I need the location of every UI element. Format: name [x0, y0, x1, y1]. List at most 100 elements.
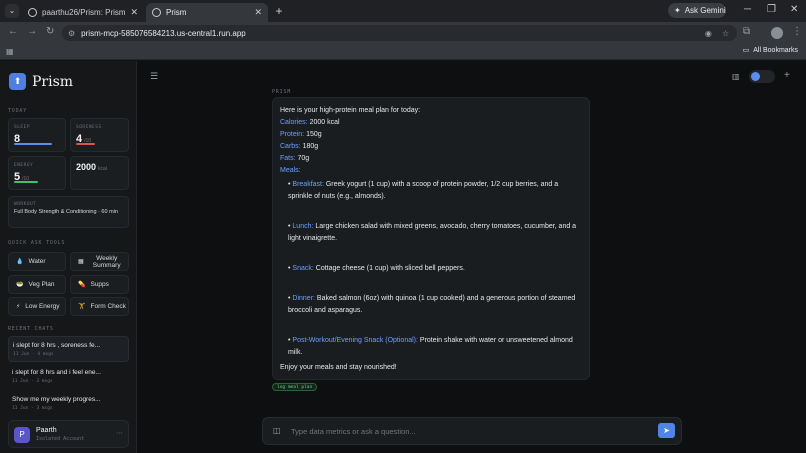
macro-row: Protein: 150g — [280, 131, 322, 138]
message-body: Here is your high-protein meal plan for … — [280, 105, 584, 374]
chat-item[interactable]: Show me my weekly progres... 11 Jun · 3 … — [12, 396, 129, 411]
send-icon: ➤ — [663, 426, 670, 435]
stats-icon[interactable]: ▥ — [732, 72, 740, 81]
folder-icon: ▭ — [742, 47, 750, 54]
user-card[interactable]: P Paarth Isolated Account ⋯ — [8, 420, 129, 448]
bookmarks-bar — [0, 44, 806, 60]
tool-label: Water — [28, 258, 46, 265]
new-chat-icon[interactable]: + — [784, 70, 790, 81]
metric-label: SORENESS — [76, 125, 102, 130]
reload-icon[interactable]: ↻ — [46, 26, 54, 37]
globe-icon — [152, 8, 161, 17]
meals-heading: Meals: — [280, 167, 301, 174]
apps-icon[interactable]: ▦ — [6, 47, 14, 56]
extensions-icon[interactable]: ⧉ — [743, 26, 750, 37]
metric-card-calories[interactable]: 2000 kcal — [70, 156, 129, 190]
metric-bar — [14, 143, 52, 145]
meal-item: • Dinner: Baked salmon (6oz) with quinoa… — [288, 295, 576, 314]
forward-icon[interactable]: → — [27, 26, 37, 37]
sparkle-icon: ✦ — [674, 6, 681, 15]
tool-water-button[interactable]: 💧 Water — [8, 252, 66, 271]
chart-icon: ▦ — [78, 259, 84, 265]
incognito-icon[interactable]: ◉ — [705, 29, 712, 38]
bookmark-star-icon[interactable]: ☆ — [722, 29, 729, 38]
tool-low-energy-button[interactable]: ⚡ Low Energy — [8, 297, 66, 316]
assistant-message: Here is your high-protein meal plan for … — [272, 97, 590, 380]
tool-weekly-summary-button[interactable]: ▦ Weekly Summary — [70, 252, 129, 271]
address-bar[interactable]: ⚙ prism-mcp-585076584213.us-central1.run… — [62, 25, 737, 41]
tool-label: Low Energy — [25, 303, 60, 310]
tab-github[interactable]: paarthu26/Prism: Prism: An au ✕ — [22, 3, 144, 22]
minimize-button[interactable]: ─ — [744, 4, 751, 15]
all-bookmarks-label: All Bookmarks — [753, 46, 798, 54]
ask-gemini-button[interactable]: ✦ Ask Gemini — [668, 3, 726, 18]
brand-name: Prism — [32, 73, 74, 90]
chat-meta: 11 Jun · 3 msgs — [12, 406, 53, 411]
tab-title: Prism — [166, 8, 187, 17]
message-sender-label: PRISM — [272, 89, 292, 95]
hamburger-menu-icon[interactable]: ☰ — [150, 71, 158, 82]
workout-text: Full Body Strength & Conditioning · 60 m… — [14, 209, 118, 215]
close-icon[interactable]: ✕ — [130, 7, 138, 18]
ask-gemini-label: Ask Gemini — [684, 6, 726, 15]
bowl-icon: 🥗 — [16, 282, 24, 288]
new-tab-button[interactable]: + — [272, 4, 286, 18]
tool-label: Form Check — [90, 303, 126, 310]
user-subtitle: Isolated Account — [36, 436, 85, 442]
figure-icon: 🏋 — [78, 304, 86, 310]
droplet-icon: 💧 — [16, 259, 24, 265]
today-label: TODAY — [8, 108, 28, 114]
chat-title: i slept for 8 hrs and i feel ene... — [12, 369, 101, 376]
tools-label: QUICK ASK TOOLS — [8, 240, 66, 246]
back-icon[interactable]: ← — [8, 26, 18, 37]
all-bookmarks-button[interactable]: ▭ All Bookmarks — [742, 46, 798, 55]
tab-prism[interactable]: Prism ✕ — [146, 3, 268, 22]
metric-card-soreness[interactable]: SORENESS 4/10 — [70, 118, 129, 152]
recent-chats-label: RECENT CHATS — [8, 326, 54, 332]
metric-card-sleep[interactable]: SLEEP 8 — [8, 118, 66, 152]
chat-title: i slept for 8 hrs , soreness fe... — [13, 342, 101, 349]
metric-bar — [14, 181, 38, 183]
message-intro: Here is your high-protein meal plan for … — [280, 107, 421, 114]
prism-logo-icon: ⬆ — [9, 73, 26, 90]
macro-row: Fats: 70g — [280, 155, 310, 162]
tool-form-check-button[interactable]: 🏋 Form Check — [70, 297, 129, 316]
url-text: prism-mcp-585076584213.us-central1.run.a… — [81, 28, 246, 38]
restore-button[interactable]: ❐ — [767, 4, 776, 15]
metric-card-energy[interactable]: ENERGY 5/10 — [8, 156, 66, 190]
chat-meta: 11 Jun · 3 msgs — [12, 379, 53, 384]
metric-label: ENERGY — [14, 163, 34, 168]
composer: ◫ — [262, 417, 682, 445]
menu-icon[interactable]: ⋮ — [792, 26, 802, 37]
profile-avatar[interactable] — [771, 27, 783, 39]
user-avatar: P — [14, 427, 30, 443]
camera-icon[interactable]: ◫ — [273, 426, 281, 435]
chat-title: Show me my weekly progres... — [12, 396, 101, 403]
window-close-button[interactable]: ✕ — [790, 4, 798, 15]
user-name: Paarth — [36, 427, 57, 434]
meal-item: • Breakfast: Greek yogurt (1 cup) with a… — [288, 181, 559, 200]
workout-card[interactable]: WORKOUT Full Body Strength & Conditionin… — [8, 196, 129, 228]
theme-toggle[interactable] — [749, 70, 775, 83]
site-info-icon[interactable]: ⚙ — [68, 29, 75, 38]
chat-item[interactable]: i slept for 8 hrs , soreness fe... 11 Ju… — [8, 336, 129, 362]
meal-list: • Breakfast: Greek yogurt (1 cup) with a… — [280, 179, 584, 362]
chat-item[interactable]: i slept for 8 hrs and i feel ene... 11 J… — [12, 369, 129, 384]
tool-veg-plan-button[interactable]: 🥗 Veg Plan — [8, 275, 66, 294]
macro-row: Carbs: 180g — [280, 143, 319, 150]
close-icon[interactable]: ✕ — [254, 7, 262, 18]
send-button[interactable]: ➤ — [658, 423, 675, 438]
message-input[interactable] — [291, 424, 651, 439]
more-icon[interactable]: ⋯ — [116, 429, 123, 437]
chat-meta: 11 Jun · 4 msgs — [13, 352, 54, 357]
meal-item: • Snack: Cottage cheese (1 cup) with sli… — [288, 265, 465, 272]
tool-supps-button[interactable]: 💊 Supps — [70, 275, 129, 294]
brand[interactable]: ⬆ Prism — [9, 73, 73, 90]
metric-bar — [76, 143, 95, 145]
meal-item: • Post-Workout/Evening Snack (Optional):… — [288, 337, 573, 356]
github-icon — [28, 8, 37, 17]
bolt-icon: ⚡ — [16, 304, 21, 310]
log-meal-plan-tag[interactable]: log meal plan — [272, 383, 318, 391]
tab-search-button[interactable]: ⌄ — [5, 4, 19, 18]
metric-label: SLEEP — [14, 125, 31, 130]
